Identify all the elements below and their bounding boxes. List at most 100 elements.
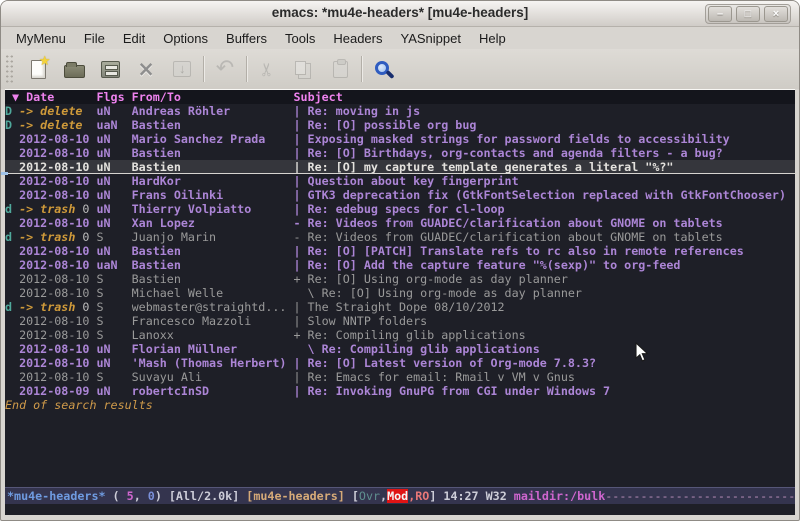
mark-action-label: -> delete [19, 104, 82, 118]
search-button[interactable] [365, 53, 401, 85]
modeline-segment: ] [429, 489, 443, 503]
menu-item-yasnippet[interactable]: YASnippet [391, 29, 469, 48]
paste-icon [333, 61, 348, 78]
message-row[interactable]: 2012-08-10uNBastien| Re: [O] [PATCH] Tra… [5, 244, 795, 258]
save-icon [101, 61, 120, 78]
message-row[interactable]: d-> trash 0Swebmaster@straightd...| The … [5, 300, 795, 314]
mode-line[interactable]: *mu4e-headers* ( 5, 0) [All/2.0k] [mu4e-… [5, 487, 795, 504]
message-row[interactable]: 2012-08-10uN'Mash (Thomas Herbert)| Re: … [5, 356, 795, 370]
from-cell: robertcInSD [132, 384, 294, 398]
message-row[interactable]: 2012-08-10uaNBastien| Re: [O] Add the ca… [5, 258, 795, 272]
message-row[interactable]: 2012-08-10uNHardKor| Question about key … [5, 174, 795, 188]
modeline-segment: ) [155, 489, 169, 503]
message-row[interactable]: 2012-08-10uNFlorian Müllner \ Re: Compil… [5, 342, 795, 356]
from-cell: Bastien [132, 160, 294, 173]
flags-cell: S [96, 328, 131, 342]
mark-action-label: -> trash [19, 300, 75, 314]
save-as-button [164, 53, 200, 85]
message-row[interactable]: D-> deleteuaNBastien| Re: [O] possible o… [5, 118, 795, 132]
menu-item-buffers[interactable]: Buffers [217, 29, 276, 48]
mark-cell [5, 286, 19, 300]
modeline-segment: maildir:/bulk [514, 489, 605, 503]
mark-extra-label: 0 [75, 202, 89, 216]
message-row[interactable]: 2012-08-10SBastien+ Re: [O] Using org-mo… [5, 272, 795, 286]
menu-item-tools[interactable]: Tools [276, 29, 324, 48]
menu-item-edit[interactable]: Edit [114, 29, 154, 48]
close-button[interactable]: × [764, 6, 788, 22]
mark-cell [5, 328, 19, 342]
mark-cell [5, 160, 19, 173]
message-row[interactable]: d-> trash 0uNThierry Volpiatto| Re: edeb… [5, 202, 795, 216]
mark-cell [5, 216, 19, 230]
message-row[interactable]: 2012-08-10SMichael Welle \ Re: [O] Using… [5, 286, 795, 300]
date-cell: 2012-08-10 [19, 132, 96, 146]
subject-cell: | Re: edebug specs for cl-loop [293, 202, 795, 216]
subject-cell: | Re: moving in js [293, 104, 795, 118]
mark-extra-label: 0 [75, 230, 89, 244]
menu-item-mymenu[interactable]: MyMenu [7, 29, 75, 48]
message-row[interactable]: 2012-08-10SFrancesco Mazzoli| Slow NNTP … [5, 314, 795, 328]
toolbar-grip-handle[interactable] [5, 54, 14, 84]
menu-item-help[interactable]: Help [470, 29, 515, 48]
modeline-segment: [ [352, 489, 359, 503]
modeline-segment: -------------------------------------- [605, 489, 795, 503]
message-row[interactable]: 2012-08-10uNXan Lopez- Re: Videos from G… [5, 216, 795, 230]
message-row[interactable]: 2012-08-10SSuvayu Ali| Re: Emacs for ema… [5, 370, 795, 384]
modeline-segment: 14:27 W32 [443, 489, 513, 503]
flags-cell: uN [96, 202, 131, 216]
mark-cell [5, 272, 19, 286]
mark-cell [5, 370, 19, 384]
modeline-segment: ( [106, 489, 127, 503]
flags-cell: S [96, 300, 131, 314]
menu-item-options[interactable]: Options [154, 29, 217, 48]
open-folder-button[interactable] [56, 53, 92, 85]
menu-item-file[interactable]: File [75, 29, 114, 48]
date-cell: 2012-08-10 [19, 272, 96, 286]
message-row[interactable]: d-> trash 0SJuanjo Marin- Re: Videos fro… [5, 230, 795, 244]
subject-cell: | Re: [O] Add the capture feature "%(sex… [293, 258, 795, 272]
date-cell: -> delete [19, 118, 96, 132]
emacs-window: emacs: *mu4e-headers* [mu4e-headers] –□×… [0, 0, 800, 521]
message-row[interactable]: D-> deleteuNAndreas Röhler| Re: moving i… [5, 104, 795, 118]
message-row[interactable]: 2012-08-10uNBastien| Re: [O] my capture … [5, 160, 795, 174]
flags-cell: uN [96, 132, 131, 146]
mark-cell [5, 356, 19, 370]
menu-item-headers[interactable]: Headers [324, 29, 391, 48]
message-row[interactable]: 2012-08-09uNrobertcInSD| Re: Invoking Gn… [5, 384, 795, 398]
close-buffer-button[interactable]: × [128, 53, 164, 85]
flags-cell: uN [96, 342, 131, 356]
from-cell: Lanoxx [132, 328, 294, 342]
date-cell: 2012-08-10 [19, 174, 96, 188]
titlebar[interactable]: emacs: *mu4e-headers* [mu4e-headers] –□× [1, 1, 799, 27]
subject-cell: | Re: Invoking GnuPG from CGI under Wind… [293, 384, 795, 398]
date-cell: -> trash 0 [19, 300, 96, 314]
new-file-button[interactable] [20, 53, 56, 85]
new-file-icon [31, 60, 46, 79]
mark-cell [5, 132, 19, 146]
mark-cell [5, 314, 19, 328]
flags-cell: uN [96, 216, 131, 230]
subject-cell: + Re: [O] Using org-mode as day planner [293, 272, 795, 286]
date-cell: 2012-08-10 [19, 356, 96, 370]
minibuffer-echo-area [5, 504, 795, 515]
date-cell: 2012-08-10 [19, 342, 96, 356]
maximize-button[interactable]: □ [736, 6, 760, 22]
from-cell: Thierry Volpiatto [132, 202, 294, 216]
from-cell: Bastien [132, 272, 294, 286]
subject-cell: | Re: Emacs for email: Rmail v VM v Gnus [293, 370, 795, 384]
date-cell: 2012-08-10 [19, 188, 96, 202]
mark-cell [5, 258, 19, 272]
message-row[interactable]: 2012-08-10uNBastien| Re: [O] Birthdays, … [5, 146, 795, 160]
modeline-segment: 0 [148, 489, 155, 503]
mark-action-label: -> delete [19, 118, 82, 132]
message-row[interactable]: 2012-08-10SLanoxx+ Re: Compiling glib ap… [5, 328, 795, 342]
flags-cell: uN [96, 146, 131, 160]
toolbar: ×↶✂ [1, 49, 799, 89]
date-cell: 2012-08-10 [19, 216, 96, 230]
message-row[interactable]: 2012-08-10uNFrans Oilinki| GTK3 deprecat… [5, 188, 795, 202]
message-row[interactable]: 2012-08-10uNMario Sanchez Prada| Exposin… [5, 132, 795, 146]
minimize-button[interactable]: – [708, 6, 732, 22]
date-cell: 2012-08-09 [19, 384, 96, 398]
save-button[interactable] [92, 53, 128, 85]
flags-cell: uaN [96, 118, 131, 132]
